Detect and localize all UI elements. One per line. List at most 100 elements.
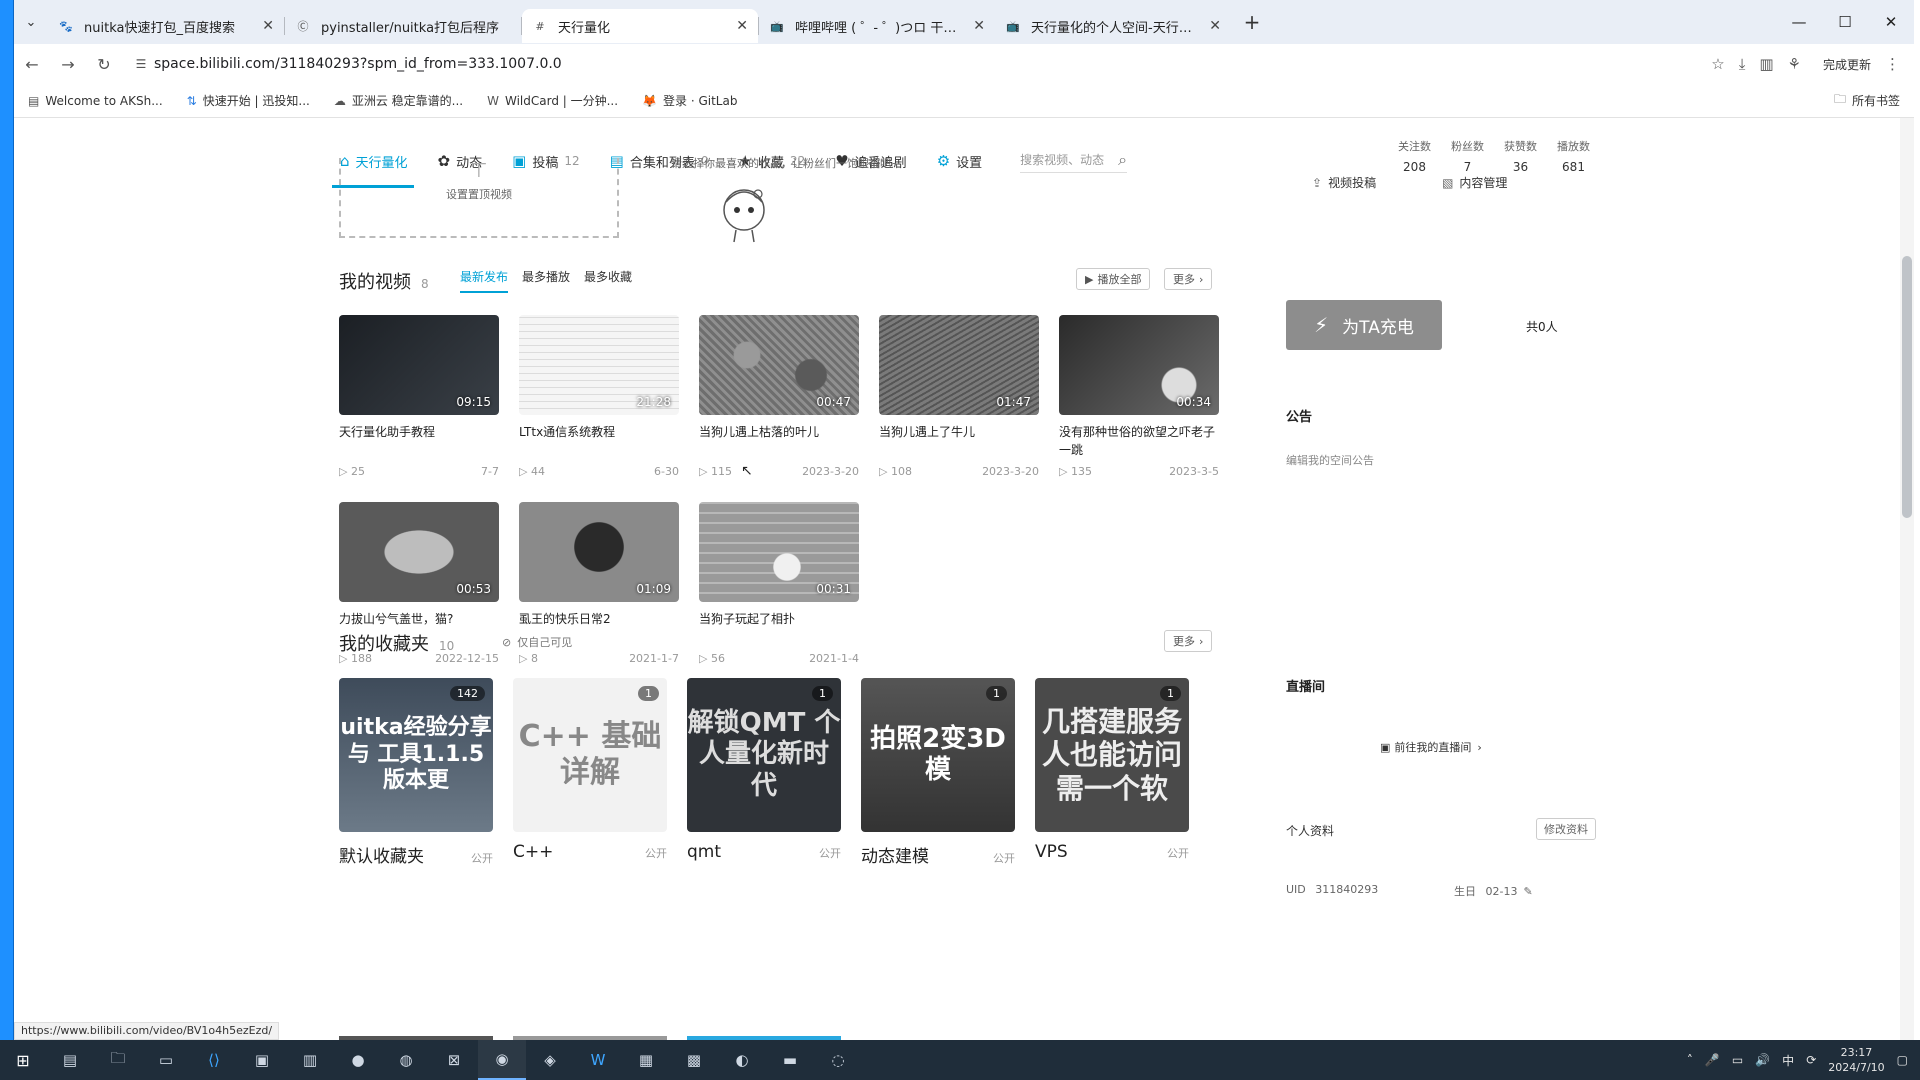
app-icon[interactable]: ◈ — [526, 1040, 574, 1080]
app-icon[interactable]: ◐ — [718, 1040, 766, 1080]
search-icon[interactable]: ⌕ — [1118, 150, 1127, 170]
video-title[interactable]: LTtx通信系统教程 — [519, 423, 679, 459]
maximize-icon[interactable]: ☐ — [1822, 0, 1868, 44]
video-thumbnail[interactable]: 21:28 — [519, 315, 679, 415]
close-window-icon[interactable]: ✕ — [1868, 0, 1914, 44]
volume-icon[interactable]: 🔊 — [1755, 1053, 1770, 1067]
bookmark-item[interactable]: W WildCard | 一分钟... — [487, 92, 618, 109]
bookmark-item[interactable]: ⇅ 快速开始 | 迅投知... — [187, 92, 310, 109]
videos-more-button[interactable]: 更多 › — [1164, 268, 1213, 290]
browser-tab-2[interactable]: Ⓒ pyinstaller/nuitka打包后程序 — [285, 9, 521, 43]
video-thumbnail[interactable]: 00:31 — [699, 502, 859, 602]
fav-folder-name[interactable]: VPS — [1035, 842, 1068, 862]
app-icon[interactable]: ▣ — [238, 1040, 286, 1080]
video-title[interactable]: 没有那种世俗的欲望之吓老子一跳 — [1059, 423, 1219, 459]
fav-cover[interactable]: uitka经验分享 与 工具1.1.5版本更 142 — [339, 678, 493, 832]
terminal-icon[interactable]: ▭ — [142, 1040, 190, 1080]
browser-tab-4[interactable]: 📺 哔哩哔哩 ( ゜- ゜)つロ 干杯~-bi ✕ — [759, 9, 995, 43]
fav-folder-card[interactable]: 解锁QMT 个人量化新时代 1 qmt 公开 — [687, 678, 841, 862]
nav-settings[interactable]: ⚙ 设置 — [937, 146, 982, 176]
vscode-icon[interactable]: ⟨⟩ — [190, 1040, 238, 1080]
star-icon[interactable]: ☆ — [1711, 55, 1724, 73]
folder-icon[interactable]: 🗀 — [94, 1040, 142, 1080]
bookmark-item[interactable]: ▤ Welcome to AKSh... — [28, 94, 163, 108]
app-icon[interactable]: ▦ — [622, 1040, 670, 1080]
video-title[interactable]: 天行量化助手教程 — [339, 423, 499, 459]
video-card[interactable]: 21:28 LTtx通信系统教程 ▷ 44 6-30 — [519, 315, 679, 478]
sidebar-icon[interactable]: ▥ — [1759, 55, 1773, 73]
sync-icon[interactable]: ⟳ — [1806, 1053, 1816, 1067]
app-icon[interactable]: ▬ — [766, 1040, 814, 1080]
fav-folder-name[interactable]: 默认收藏夹 — [339, 842, 424, 867]
fav-folder-name[interactable]: qmt — [687, 842, 721, 862]
url-field[interactable]: ☰ space.bilibili.com/311840293?spm_id_fr… — [128, 49, 1628, 79]
app-icon[interactable]: ◌ — [814, 1040, 862, 1080]
app-icon[interactable]: ◍ — [382, 1040, 430, 1080]
video-thumbnail[interactable]: 00:34 — [1059, 315, 1219, 415]
fav-folder-card[interactable]: uitka经验分享 与 工具1.1.5版本更 142 默认收藏夹 公开 — [339, 678, 493, 867]
app-icon[interactable]: ▥ — [286, 1040, 334, 1080]
content-manage-link[interactable]: ▧ 内容管理 — [1442, 174, 1507, 191]
live-room-link[interactable]: ▣ 前往我的直播间 › — [1380, 739, 1482, 755]
video-thumbnail[interactable]: 09:15 — [339, 315, 499, 415]
reload-icon[interactable]: ↻ — [86, 55, 122, 74]
bookmark-item[interactable]: ☁ 亚洲云 稳定靠谱的... — [334, 92, 463, 109]
forward-icon[interactable]: → — [50, 55, 86, 74]
app-icon[interactable]: W — [574, 1040, 622, 1080]
back-icon[interactable]: ← — [14, 55, 50, 74]
sort-most-played[interactable]: 最多播放 — [522, 268, 570, 285]
browser-tab-5[interactable]: 📺 天行量化的个人空间-天行量化 ✕ — [995, 9, 1231, 43]
page-scrollbar[interactable] — [1900, 118, 1914, 1040]
fav-cover[interactable]: C++ 基础详解 1 — [513, 678, 667, 832]
fav-folder-card[interactable]: 拍照2变3D模 1 动态建模 公开 — [861, 678, 1015, 867]
minimize-icon[interactable]: — — [1776, 0, 1822, 44]
video-card[interactable]: 01:47 当狗儿遇上了牛儿 ▷ 108 2023-3-20 — [879, 315, 1039, 478]
fav-cover[interactable]: 几搭建服务 人也能访问 需一个软 1 — [1035, 678, 1189, 832]
play-all-button[interactable]: ▶ 播放全部 — [1076, 268, 1151, 290]
fav-folder-card[interactable]: 几搭建服务 人也能访问 需一个软 1 VPS 公开 — [1035, 678, 1189, 862]
space-search[interactable]: 搜索视频、动态 ⌕ — [1020, 150, 1128, 173]
edit-profile-button[interactable]: 修改资料 — [1536, 818, 1596, 840]
file-explorer-icon[interactable]: ▤ — [46, 1040, 94, 1080]
video-card[interactable]: 00:47 当狗儿遇上枯落的叶儿 ▷ 115 2023-3-20 — [699, 315, 859, 478]
fav-cover[interactable]: 拍照2变3D模 1 — [861, 678, 1015, 832]
app-icon[interactable]: ▩ — [670, 1040, 718, 1080]
new-tab-button[interactable]: + — [1237, 10, 1267, 34]
fav-folder-card[interactable]: C++ 基础详解 1 C++ 公开 — [513, 678, 667, 862]
chevron-up-icon[interactable]: ˄ — [1687, 1053, 1693, 1067]
menu-icon[interactable]: ⋮ — [1885, 55, 1900, 73]
notification-icon[interactable]: ▢ — [1897, 1053, 1908, 1067]
video-title[interactable]: 当狗儿遇上枯落的叶儿 — [699, 423, 859, 459]
video-thumbnail[interactable]: 00:47 — [699, 315, 859, 415]
network-icon[interactable]: ▭ — [1732, 1053, 1743, 1067]
close-icon[interactable]: ✕ — [973, 18, 985, 34]
notice-edit[interactable]: 编辑我的空间公告 — [1286, 452, 1374, 468]
charge-button[interactable]: ⚡ 为TA充电 — [1286, 300, 1442, 350]
video-card[interactable]: 09:15 天行量化助手教程 ▷ 25 7-7 — [339, 315, 499, 478]
sort-most-favorited[interactable]: 最多收藏 — [584, 268, 632, 285]
fav-folder-name[interactable]: 动态建模 — [861, 842, 929, 867]
chrome-icon[interactable]: ◉ — [478, 1040, 526, 1080]
all-bookmarks-button[interactable]: 🗀 所有书签 — [1834, 90, 1900, 111]
bookmark-item[interactable]: 🦊 登录 · GitLab — [642, 92, 737, 109]
ime-indicator[interactable]: 中 — [1782, 1052, 1794, 1069]
stat-following[interactable]: 关注数 208 — [1398, 138, 1431, 174]
browser-tab-1[interactable]: 🐾 nuitka快速打包_百度搜索 ✕ — [48, 9, 284, 43]
video-upload-link[interactable]: ⇪ 视频投稿 — [1312, 174, 1376, 191]
video-card[interactable]: 00:34 没有那种世俗的欲望之吓老子一跳 ▷ 135 2023-3-5 — [1059, 315, 1219, 478]
video-card[interactable]: 00:31 当狗子玩起了相扑 ▷ 56 2021-1-4 — [699, 502, 859, 665]
site-info-icon[interactable]: ☰ — [128, 57, 154, 71]
video-thumbnail[interactable]: 00:53 — [339, 502, 499, 602]
stat-followers[interactable]: 粉丝数 7 — [1451, 138, 1484, 174]
app-icon[interactable]: ● — [334, 1040, 382, 1080]
windows-start-icon[interactable]: ⊞ — [0, 1051, 46, 1070]
tab-search-chevron-icon[interactable]: ⌄ — [14, 15, 48, 30]
close-icon[interactable]: ✕ — [1209, 18, 1221, 34]
close-icon[interactable]: ✕ — [736, 18, 748, 34]
video-title[interactable]: 当狗子玩起了相扑 — [699, 610, 859, 646]
update-button[interactable]: 完成更新 — [1815, 56, 1871, 73]
scrollbar-thumb[interactable] — [1902, 256, 1912, 518]
fav-cover[interactable]: 解锁QMT 个人量化新时代 1 — [687, 678, 841, 832]
video-thumbnail[interactable]: 01:47 — [879, 315, 1039, 415]
browser-tab-3[interactable]: # 天行量化 ✕ — [522, 9, 758, 43]
